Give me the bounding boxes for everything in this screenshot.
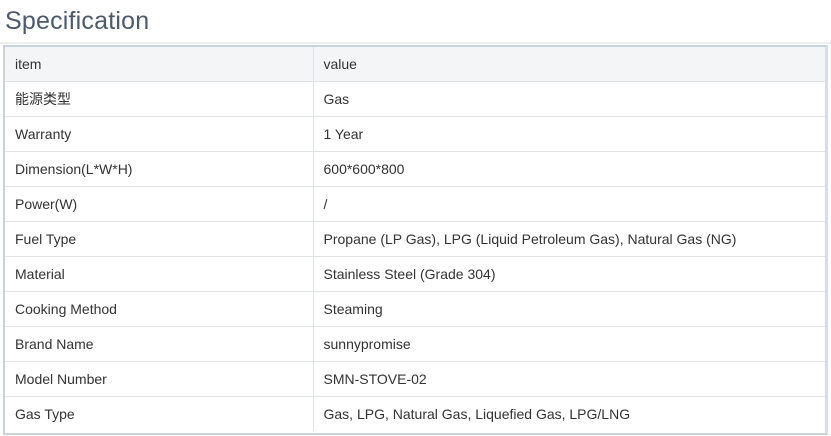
spec-value: Propane (LP Gas), LPG (Liquid Petroleum …	[313, 221, 825, 257]
table-header-row: item value	[5, 47, 825, 82]
spec-value: Gas, LPG, Natural Gas, Liquefied Gas, LP…	[323, 406, 631, 422]
table-row: Model Number SMN-STOVE-02	[5, 361, 825, 397]
product-spec-page: Specification item value 能源类型 Gas Warran…	[0, 0, 831, 436]
spec-item: Fuel Type	[5, 221, 314, 257]
spec-item: Cooking Method	[5, 291, 314, 327]
column-header-value: value	[313, 47, 825, 82]
spec-table: item value 能源类型 Gas Warranty 1 Year Dime…	[5, 47, 825, 431]
spec-item: Gas Type	[5, 396, 314, 431]
table-row: 能源类型 Gas	[5, 81, 825, 117]
table-row: Cooking Method Steaming	[5, 291, 825, 327]
spec-value: Gas	[313, 81, 825, 117]
spec-item: Material	[5, 256, 314, 292]
spec-item: Warranty	[5, 116, 314, 152]
spec-value: SMN-STOVE-02	[313, 361, 825, 397]
spec-value: 600*600*800	[313, 151, 825, 187]
spec-item: Power(W)	[5, 186, 314, 222]
table-row: Material Stainless Steel (Grade 304)	[5, 256, 825, 292]
spec-value: 1 Year	[313, 116, 825, 152]
spec-item: Dimension(L*W*H)	[5, 151, 314, 187]
spec-value: /	[313, 186, 825, 222]
spec-table-container: item value 能源类型 Gas Warranty 1 Year Dime…	[3, 45, 828, 435]
table-row: Dimension(L*W*H) 600*600*800	[5, 151, 825, 187]
spec-item: Brand Name	[5, 326, 314, 362]
table-row: Fuel Type Propane (LP Gas), LPG (Liquid …	[5, 221, 825, 257]
spec-value: Steaming	[313, 291, 825, 327]
table-row: Power(W) /	[5, 186, 825, 222]
column-header-item: item	[5, 47, 314, 82]
spec-item: Model Number	[5, 361, 314, 397]
table-row: Brand Name sunnypromise	[5, 326, 825, 362]
spec-item: 能源类型	[5, 81, 314, 117]
spec-value: sunnypromise	[313, 326, 825, 362]
table-row: Gas Type Gas, LPG, Natural Gas, Liquefie…	[5, 396, 825, 431]
section-title: Specification	[5, 7, 150, 35]
title-divider	[0, 42, 831, 44]
table-row: Warranty 1 Year	[5, 116, 825, 152]
spec-value: Stainless Steel (Grade 304)	[313, 256, 825, 292]
